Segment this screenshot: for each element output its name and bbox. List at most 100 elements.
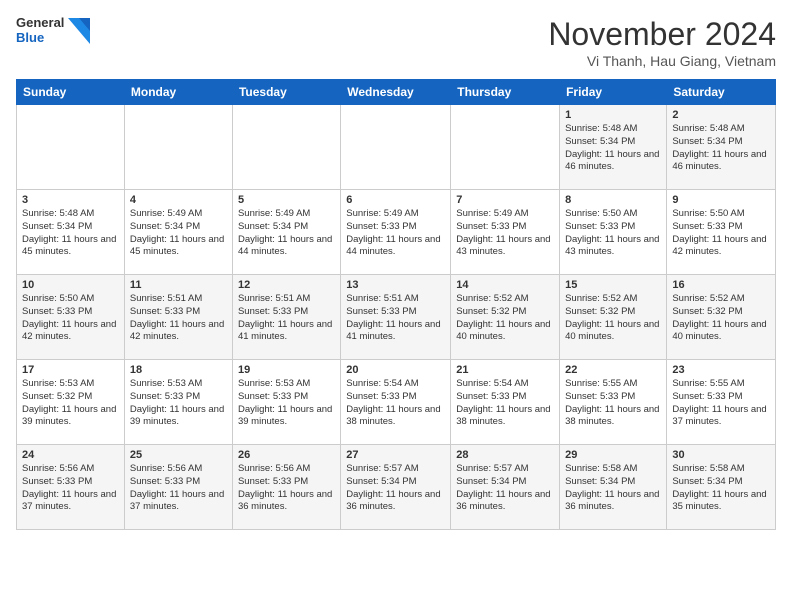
day-number: 3 — [22, 194, 119, 206]
day-info: Sunrise: 5:48 AM Sunset: 5:34 PM Dayligh… — [672, 123, 770, 174]
month-title: November 2024 — [548, 16, 776, 53]
calendar-cell: 11Sunrise: 5:51 AM Sunset: 5:33 PM Dayli… — [124, 275, 232, 360]
col-header-saturday: Saturday — [667, 80, 776, 105]
calendar-cell — [451, 105, 560, 190]
day-number: 13 — [346, 279, 445, 291]
calendar-cell: 15 Sunrise: 5:52 AM Sunset: 5:32 PM Dayli… — [560, 275, 667, 360]
calendar-cell: 23Sunrise: 5:55 AM Sunset: 5:33 PM Dayli… — [667, 360, 776, 445]
day-number: 27 — [346, 449, 445, 461]
calendar-cell: 21Sunrise: 5:54 AM Sunset: 5:33 PM Dayli… — [451, 360, 560, 445]
calendar-cell: 7Sunrise: 5:49 AM Sunset: 5:33 PM Daylig… — [451, 190, 560, 275]
calendar-cell: 17 Sunrise: 5:53 AM Sunset: 5:32 PM Dayli… — [17, 360, 125, 445]
day-number: 12 — [238, 279, 335, 291]
calendar-cell: 19 Sunrise: 5:53 AM Sunset: 5:33 PM Dayli… — [232, 360, 340, 445]
day-info: Sunrise: 5:54 AM Sunset: 5:33 PM Dayligh… — [346, 378, 445, 429]
logo: General Blue — [16, 16, 90, 46]
calendar-cell: 14Sunrise: 5:52 AM Sunset: 5:32 PM Dayli… — [451, 275, 560, 360]
day-info: Sunrise: 5:49 AM Sunset: 5:34 PM Dayligh… — [130, 208, 227, 259]
day-number: 26 — [238, 449, 335, 461]
col-header-friday: Friday — [560, 80, 667, 105]
calendar-cell: 9Sunrise: 5:50 AM Sunset: 5:33 PM Daylig… — [667, 190, 776, 275]
day-info: Sunrise: 5:57 AM Sunset: 5:34 PM Dayligh… — [456, 463, 554, 514]
day-info: Sunrise: 5:55 AM Sunset: 5:33 PM Dayligh… — [565, 378, 661, 429]
col-header-tuesday: Tuesday — [232, 80, 340, 105]
calendar-cell: 2 Sunrise: 5:48 AM Sunset: 5:34 PM Daylig… — [667, 105, 776, 190]
calendar-cell — [232, 105, 340, 190]
day-info: Sunrise: 5:49 AM Sunset: 5:34 PM Dayligh… — [238, 208, 335, 259]
calendar-cell: 13Sunrise: 5:51 AM Sunset: 5:33 PM Dayli… — [341, 275, 451, 360]
calendar-cell: 10 Sunrise: 5:50 AM Sunset: 5:33 PM Dayli… — [17, 275, 125, 360]
calendar-cell: 8 Sunrise: 5:50 AM Sunset: 5:33 PM Daylig… — [560, 190, 667, 275]
calendar-cell: 4 Sunrise: 5:49 AM Sunset: 5:34 PM Daylig… — [124, 190, 232, 275]
day-info: Sunrise: 5:53 AM Sunset: 5:33 PM Dayligh… — [238, 378, 335, 429]
day-info: Sunrise: 5:49 AM Sunset: 5:33 PM Dayligh… — [346, 208, 445, 259]
day-number: 25 — [130, 449, 227, 461]
logo-triangle-icon — [68, 18, 90, 44]
day-number: 18 — [130, 364, 227, 376]
day-info: Sunrise: 5:53 AM Sunset: 5:33 PM Dayligh… — [130, 378, 227, 429]
day-number: 1 — [565, 109, 661, 121]
calendar-cell: 1 Sunrise: 5:48 AM Sunset: 5:34 PM Daylig… — [560, 105, 667, 190]
day-info: Sunrise: 5:50 AM Sunset: 5:33 PM Dayligh… — [22, 293, 119, 344]
day-number: 15 — [565, 279, 661, 291]
day-number: 4 — [130, 194, 227, 206]
day-number: 28 — [456, 449, 554, 461]
calendar-cell: 24Sunrise: 5:56 AM Sunset: 5:33 PM Dayli… — [17, 445, 125, 530]
calendar-cell: 27 Sunrise: 5:57 AM Sunset: 5:34 PM Dayli… — [341, 445, 451, 530]
day-number: 19 — [238, 364, 335, 376]
day-info: Sunrise: 5:53 AM Sunset: 5:32 PM Dayligh… — [22, 378, 119, 429]
calendar-cell — [341, 105, 451, 190]
calendar-cell: 30 Sunrise: 5:58 AM Sunset: 5:34 PM Dayli… — [667, 445, 776, 530]
col-header-monday: Monday — [124, 80, 232, 105]
calendar-cell: 25 Sunrise: 5:56 AM Sunset: 5:33 PM Dayli… — [124, 445, 232, 530]
calendar-cell: 16 Sunrise: 5:52 AM Sunset: 5:32 PM Dayli… — [667, 275, 776, 360]
day-number: 22 — [565, 364, 661, 376]
day-info: Sunrise: 5:58 AM Sunset: 5:34 PM Dayligh… — [672, 463, 770, 514]
day-number: 29 — [565, 449, 661, 461]
calendar-cell: 6 Sunrise: 5:49 AM Sunset: 5:33 PM Daylig… — [341, 190, 451, 275]
day-number: 16 — [672, 279, 770, 291]
logo-text: General Blue — [16, 16, 64, 46]
day-info: Sunrise: 5:51 AM Sunset: 5:33 PM Dayligh… — [238, 293, 335, 344]
day-number: 2 — [672, 109, 770, 121]
calendar-cell: 18 Sunrise: 5:53 AM Sunset: 5:33 PM Dayli… — [124, 360, 232, 445]
calendar-cell: 5 Sunrise: 5:49 AM Sunset: 5:34 PM Daylig… — [232, 190, 340, 275]
calendar-cell: 26 Sunrise: 5:56 AM Sunset: 5:33 PM Dayli… — [232, 445, 340, 530]
day-info: Sunrise: 5:56 AM Sunset: 5:33 PM Dayligh… — [238, 463, 335, 514]
calendar-table: SundayMondayTuesdayWednesdayThursdayFrid… — [16, 79, 776, 530]
day-info: Sunrise: 5:56 AM Sunset: 5:33 PM Dayligh… — [130, 463, 227, 514]
calendar-cell: 29 Sunrise: 5:58 AM Sunset: 5:34 PM Dayli… — [560, 445, 667, 530]
day-number: 9 — [672, 194, 770, 206]
day-number: 8 — [565, 194, 661, 206]
day-info: Sunrise: 5:48 AM Sunset: 5:34 PM Dayligh… — [22, 208, 119, 259]
day-number: 30 — [672, 449, 770, 461]
calendar-cell: 3 Sunrise: 5:48 AM Sunset: 5:34 PM Daylig… — [17, 190, 125, 275]
day-number: 5 — [238, 194, 335, 206]
day-number: 21 — [456, 364, 554, 376]
col-header-thursday: Thursday — [451, 80, 560, 105]
page-header: General Blue November 2024 Vi Thanh, Hau… — [16, 16, 776, 69]
col-header-sunday: Sunday — [17, 80, 125, 105]
calendar-cell: 28 Sunrise: 5:57 AM Sunset: 5:34 PM Dayli… — [451, 445, 560, 530]
day-info: Sunrise: 5:48 AM Sunset: 5:34 PM Dayligh… — [565, 123, 661, 174]
location-subtitle: Vi Thanh, Hau Giang, Vietnam — [548, 53, 776, 69]
day-number: 7 — [456, 194, 554, 206]
day-info: Sunrise: 5:57 AM Sunset: 5:34 PM Dayligh… — [346, 463, 445, 514]
day-info: Sunrise: 5:52 AM Sunset: 5:32 PM Dayligh… — [565, 293, 661, 344]
day-info: Sunrise: 5:55 AM Sunset: 5:33 PM Dayligh… — [672, 378, 770, 429]
day-number: 10 — [22, 279, 119, 291]
calendar-cell: 20 Sunrise: 5:54 AM Sunset: 5:33 PM Dayli… — [341, 360, 451, 445]
title-block: November 2024 Vi Thanh, Hau Giang, Vietn… — [548, 16, 776, 69]
calendar-cell — [124, 105, 232, 190]
calendar-cell: 22 Sunrise: 5:55 AM Sunset: 5:33 PM Dayli… — [560, 360, 667, 445]
day-number: 11 — [130, 279, 227, 291]
day-number: 6 — [346, 194, 445, 206]
col-header-wednesday: Wednesday — [341, 80, 451, 105]
day-info: Sunrise: 5:50 AM Sunset: 5:33 PM Dayligh… — [565, 208, 661, 259]
calendar-cell: 12 Sunrise: 5:51 AM Sunset: 5:33 PM Dayli… — [232, 275, 340, 360]
day-info: Sunrise: 5:52 AM Sunset: 5:32 PM Dayligh… — [672, 293, 770, 344]
day-number: 20 — [346, 364, 445, 376]
day-info: Sunrise: 5:56 AM Sunset: 5:33 PM Dayligh… — [22, 463, 119, 514]
day-number: 17 — [22, 364, 119, 376]
day-info: Sunrise: 5:58 AM Sunset: 5:34 PM Dayligh… — [565, 463, 661, 514]
